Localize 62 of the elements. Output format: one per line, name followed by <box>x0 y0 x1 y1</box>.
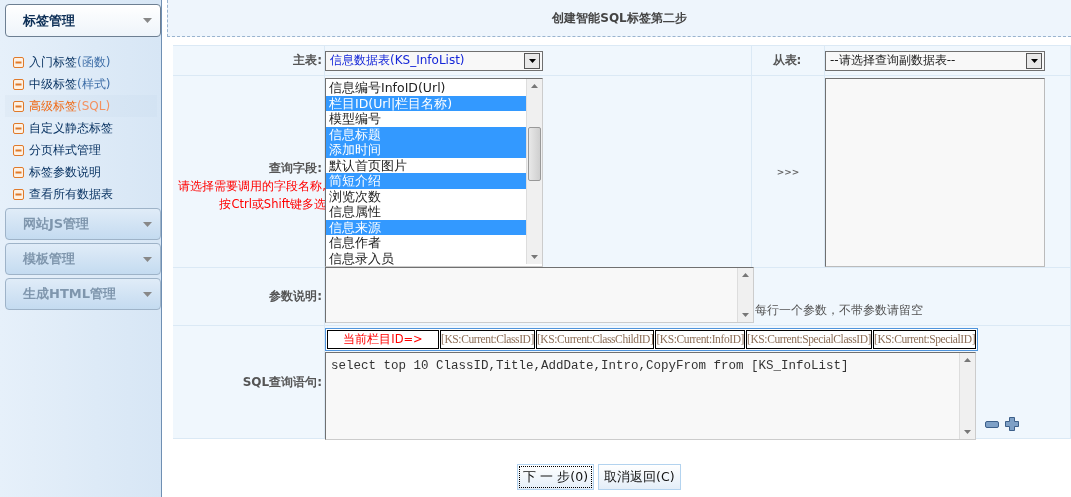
sidebar-item[interactable]: 查看所有数据表 <box>5 183 161 205</box>
field-label: SQL查询语句: <box>242 373 323 391</box>
scrollbar[interactable] <box>737 268 753 322</box>
caret-icon <box>143 221 152 227</box>
sql-textarea[interactable]: select top 10 ClassID,Title,AddDate,Intro,CopyFrom from [KS_InfoList] <box>325 352 976 440</box>
sidebar-item[interactable]: 入门标签(函数) <box>5 51 161 73</box>
minus-square-icon <box>13 166 24 178</box>
field-label: 主表: <box>293 52 323 69</box>
minus-square-icon <box>13 122 24 134</box>
caret-icon <box>143 256 152 262</box>
tag-button[interactable]: [KS:Current:SpecialID] <box>873 330 977 349</box>
scroll-up-icon <box>964 358 971 362</box>
table-select[interactable]: --请选择查询副数据表-- <box>825 50 1045 71</box>
list-option[interactable]: 信息录入员 <box>326 250 526 266</box>
minus-square-icon <box>13 78 24 90</box>
list-option[interactable]: 模型编号 <box>326 111 526 127</box>
sidebar-item[interactable]: 中级标签(样式) <box>5 73 161 95</box>
sidebar-item[interactable]: 自定义静态标签 <box>5 117 161 139</box>
minus-square-icon <box>13 144 24 156</box>
hint-text: 请选择需要调用的字段名称, 按Ctrl或Shift键多选 <box>178 178 326 213</box>
plus-icon <box>1005 417 1019 431</box>
form-button[interactable]: 下 一 步(0) <box>517 464 595 490</box>
tag-button[interactable]: [KS:Current:ClassID] <box>440 330 535 349</box>
dropdown-arrow-icon <box>528 58 536 63</box>
list-option[interactable]: 信息作者 <box>326 235 526 251</box>
tag-caption: 当前栏目ID=> <box>327 330 439 349</box>
tag-button[interactable]: [KS:Current:SpecialClassID] <box>746 330 872 349</box>
caret-icon <box>143 291 152 297</box>
table-select[interactable]: 信息数据表(KS_InfoList) <box>325 50 543 71</box>
caret-icon <box>143 18 152 23</box>
minus-square-icon <box>13 56 24 68</box>
scroll-up-icon <box>742 273 749 277</box>
tag-button[interactable]: [KS:Current:ClassChildID] <box>535 330 655 349</box>
minus-square-icon <box>13 188 24 200</box>
form-button[interactable]: 取消返回(C) <box>598 464 681 490</box>
field-label: 参数说明: <box>269 288 323 305</box>
scroll-up-icon <box>531 84 538 88</box>
transfer-arrows[interactable]: >>> <box>776 166 800 177</box>
page-title: 创建智能SQL标签第二步 <box>167 0 1071 37</box>
sub-field-listbox[interactable] <box>825 78 1045 267</box>
scroll-down-icon <box>531 255 538 259</box>
section-header[interactable]: 标签管理 <box>5 4 161 37</box>
sidebar-item[interactable]: 标签参数说明 <box>5 161 161 183</box>
field-listbox[interactable]: 信息编号InfoID(Url) 栏目ID(Url|栏目名称) 模型编号 信息标题 添加时间 默认首页图片 简短介绍 浏览次数 信息属性 信息来源 信息作者 信息录入员 <box>325 78 543 267</box>
scroll-down-icon <box>964 430 971 434</box>
list-option[interactable]: 信息编号InfoID(Url) <box>326 80 526 96</box>
scrollbar[interactable] <box>526 79 542 264</box>
scroll-thumb[interactable] <box>528 127 541 181</box>
scroll-down-icon <box>742 313 749 317</box>
sidebar-item[interactable]: 分页样式管理 <box>5 139 161 161</box>
minus-icon <box>985 421 999 428</box>
params-textarea[interactable] <box>325 267 754 323</box>
list-option[interactable]: 信息属性 <box>326 204 526 220</box>
list-option[interactable]: 浏览次数 <box>326 188 526 204</box>
scrollbar[interactable] <box>959 353 975 439</box>
field-label: 查询字段: <box>269 160 323 177</box>
tag-button[interactable]: [KS:Current:InfoID] <box>655 330 745 349</box>
list-option[interactable]: 默认首页图片 <box>326 157 526 173</box>
minus-square-icon <box>13 100 24 112</box>
field-label: 从表: <box>772 52 803 69</box>
params-note: 每行一个参数，不带参数请留空 <box>754 302 923 319</box>
dropdown-arrow-icon <box>1030 58 1038 63</box>
